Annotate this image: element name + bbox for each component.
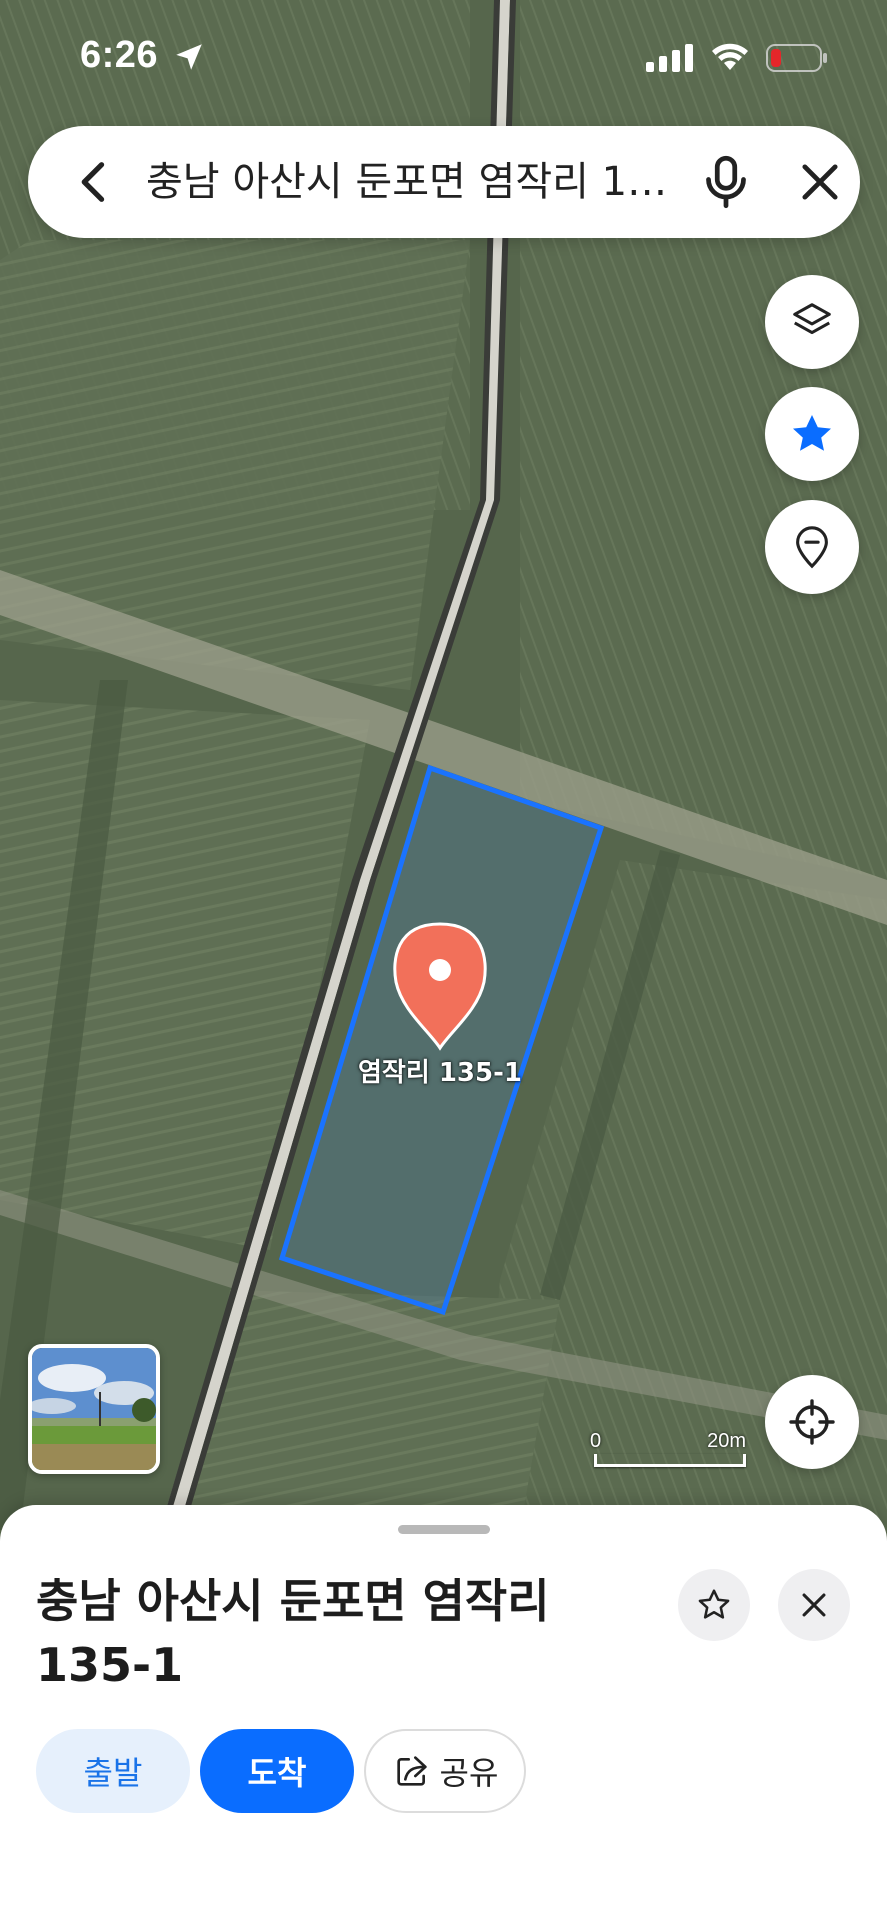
status-time: 6:26 (80, 34, 159, 76)
my-location-button[interactable] (765, 1375, 859, 1469)
destination-button[interactable]: 도착 (200, 1729, 354, 1813)
crosshair-icon (789, 1399, 835, 1445)
wifi-icon (712, 43, 748, 70)
street-view-image (32, 1348, 156, 1470)
scale-ruler (594, 1454, 746, 1467)
microphone-icon[interactable] (696, 152, 756, 212)
start-button[interactable]: 출발 (36, 1729, 190, 1813)
search-bar[interactable]: 충남 아산시 둔포면 염작리 13... (28, 126, 860, 238)
scale-start-label: 0 (590, 1430, 602, 1452)
sheet-grabber[interactable] (398, 1525, 490, 1534)
street-view-thumbnail[interactable] (28, 1344, 160, 1474)
close-sheet-button[interactable] (778, 1569, 850, 1641)
close-icon[interactable] (794, 156, 846, 208)
pin-label: 염작리 135-1 (358, 1058, 522, 1088)
close-icon (802, 1593, 826, 1617)
place-title: 충남 아산시 둔포면 염작리 135-1 (36, 1574, 550, 1692)
scale-bar: 0 20m (590, 1430, 746, 1470)
search-query[interactable]: 충남 아산시 둔포면 염작리 13... (146, 154, 686, 210)
status-bar: 6:26 (0, 0, 887, 110)
back-icon[interactable] (68, 156, 120, 208)
place-marker-button[interactable] (765, 500, 859, 594)
layers-button[interactable] (765, 275, 859, 369)
place-bottom-sheet[interactable]: 충남 아산시 둔포면 염작리 135-1 출발 도착 공유 (0, 1505, 887, 1919)
location-pin-icon (796, 526, 828, 569)
location-arrow-icon (176, 44, 202, 70)
save-favorite-button[interactable] (678, 1569, 750, 1641)
battery-low-icon (766, 44, 827, 72)
share-label: 공유 (439, 1754, 499, 1792)
scale-end-label: 20m (707, 1430, 746, 1452)
favorites-button[interactable] (765, 387, 859, 481)
star-icon (793, 415, 831, 451)
share-button[interactable]: 공유 (364, 1729, 526, 1813)
layers-icon (793, 303, 831, 335)
star-outline-icon (698, 1589, 730, 1619)
cellular-signal-icon (646, 44, 693, 72)
share-icon (396, 1756, 427, 1786)
